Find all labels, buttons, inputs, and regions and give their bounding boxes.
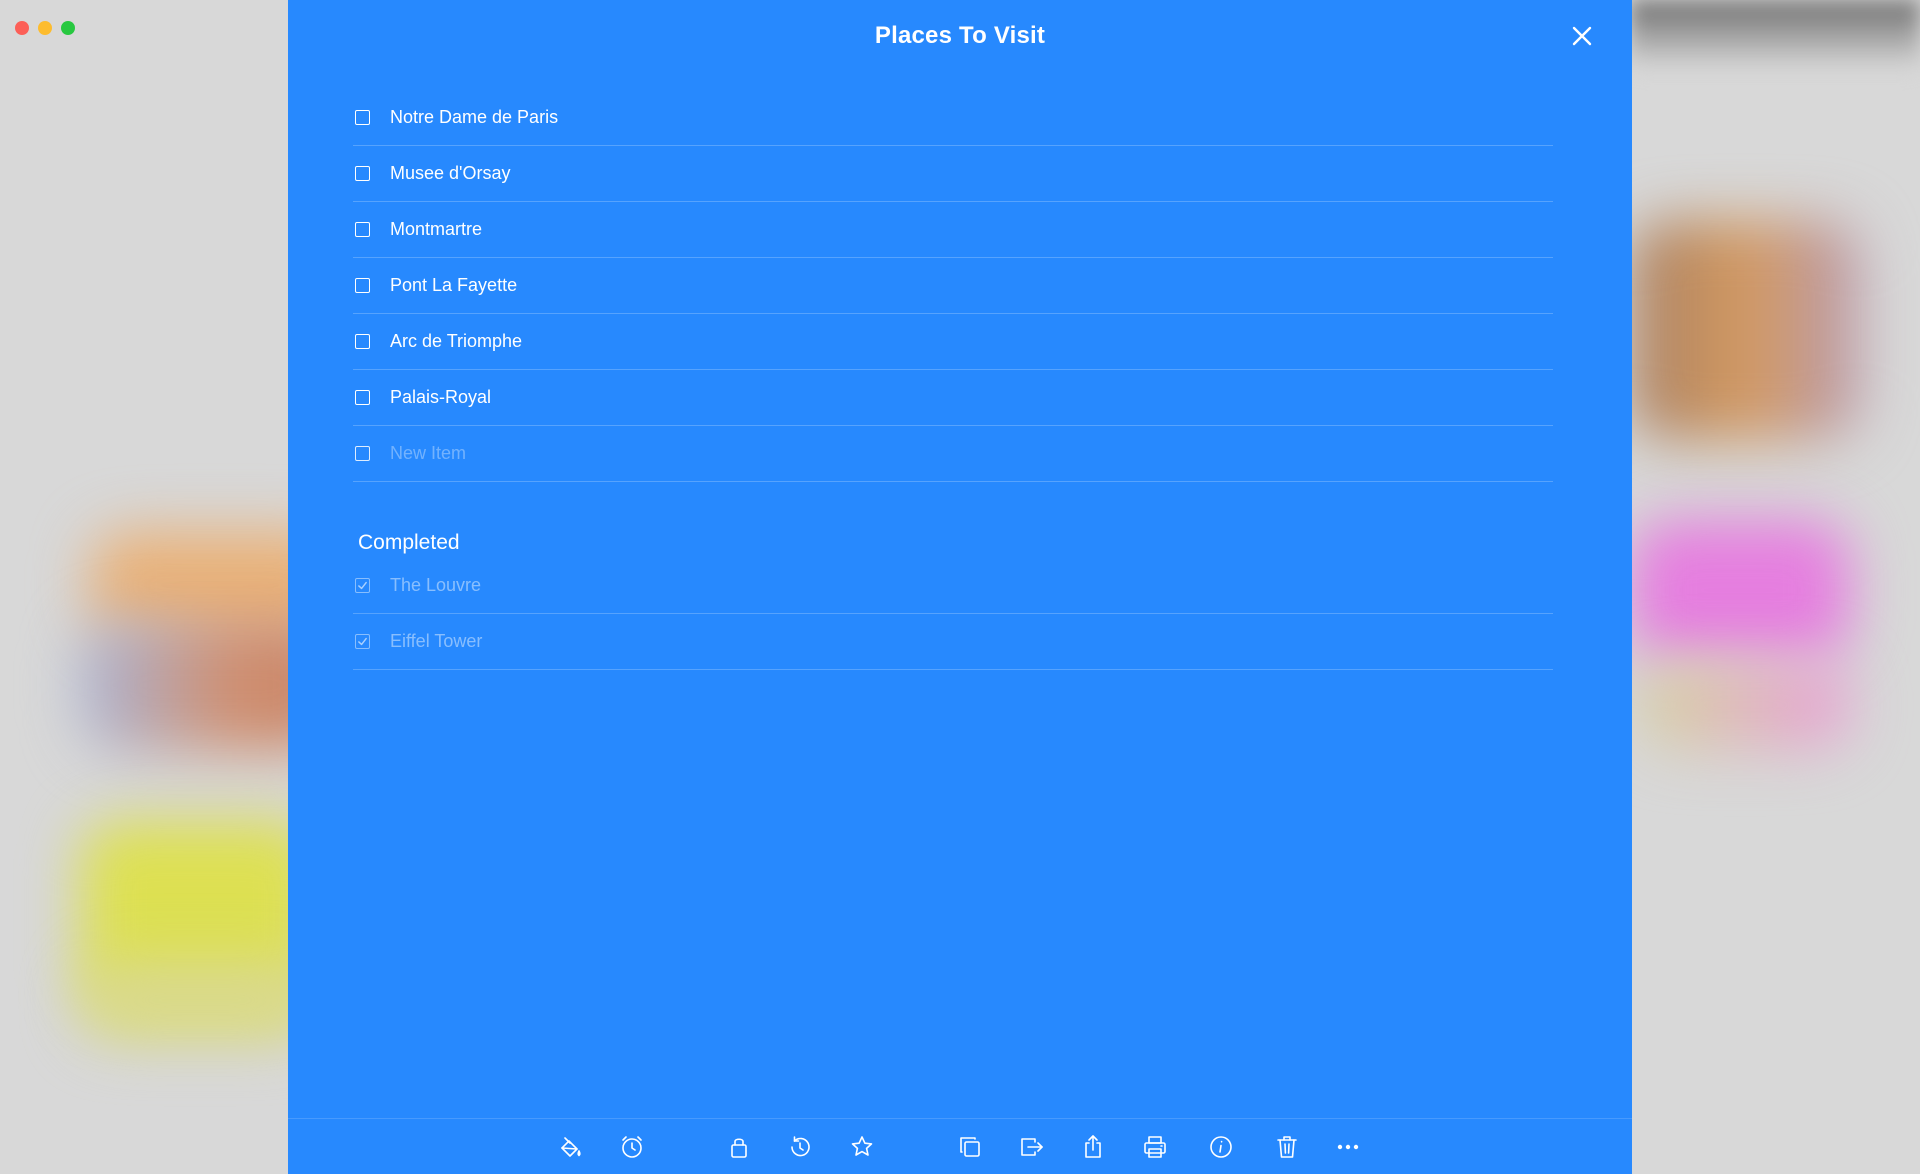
- color-button[interactable]: [556, 1133, 584, 1161]
- window-controls: [15, 21, 75, 35]
- export-icon: [1021, 1138, 1043, 1156]
- history-button[interactable]: [786, 1133, 814, 1161]
- print-button[interactable]: [1141, 1133, 1169, 1161]
- checklist-item[interactable]: Arc de Triomphe: [353, 314, 1553, 370]
- share-button[interactable]: [1079, 1133, 1107, 1161]
- checklist-item-label[interactable]: Montmartre: [390, 219, 482, 240]
- completed-item-label[interactable]: Eiffel Tower: [390, 631, 482, 652]
- checkbox[interactable]: [355, 110, 370, 125]
- new-item-input[interactable]: New Item: [390, 443, 466, 464]
- lock-button[interactable]: [725, 1133, 753, 1161]
- checklist-item-label[interactable]: Notre Dame de Paris: [390, 107, 558, 128]
- background-note-pink: [1630, 520, 1850, 660]
- background-note-right-photo: [1630, 220, 1860, 440]
- checklist-item-label[interactable]: Arc de Triomphe: [390, 331, 522, 352]
- window-close-button[interactable]: [15, 21, 29, 35]
- close-icon: [1572, 26, 1592, 46]
- paint-bucket-icon: [561, 1137, 581, 1157]
- more-icon: [1337, 1144, 1359, 1150]
- checklist-item[interactable]: Montmartre: [353, 202, 1553, 258]
- checkbox[interactable]: [355, 222, 370, 237]
- print-icon: [1144, 1136, 1166, 1158]
- export-button[interactable]: [1017, 1133, 1045, 1161]
- checkbox[interactable]: [355, 278, 370, 293]
- more-button[interactable]: [1334, 1133, 1362, 1161]
- info-button[interactable]: [1207, 1133, 1235, 1161]
- close-note-button[interactable]: [1570, 24, 1594, 48]
- completed-heading: Completed: [358, 531, 460, 554]
- share-icon: [1085, 1135, 1101, 1158]
- background-toolbar: [1630, 0, 1920, 70]
- checkbox[interactable]: [355, 446, 370, 461]
- delete-button[interactable]: [1273, 1133, 1301, 1161]
- checkmark-icon: [358, 637, 367, 646]
- checkbox[interactable]: [355, 390, 370, 405]
- star-icon: [851, 1136, 873, 1156]
- duplicate-icon: [960, 1137, 980, 1157]
- note-title[interactable]: Places To Visit: [288, 22, 1632, 50]
- history-icon: [791, 1136, 810, 1157]
- note-toolbar: [288, 1118, 1632, 1174]
- checklist: Notre Dame de Paris Musee d'Orsay Montma…: [353, 90, 1553, 482]
- note-panel: Places To Visit Notre Dame de Paris Muse…: [288, 0, 1632, 1174]
- checklist-item-label[interactable]: Pont La Fayette: [390, 275, 517, 296]
- completed-item[interactable]: Eiffel Tower: [353, 614, 1553, 670]
- background-note-yellow-lower: [80, 960, 320, 1040]
- checklist-item[interactable]: Pont La Fayette: [353, 258, 1553, 314]
- new-item-row[interactable]: New Item: [353, 426, 1553, 482]
- reminder-button[interactable]: [618, 1133, 646, 1161]
- checkbox-checked[interactable]: [355, 634, 370, 649]
- checklist-item[interactable]: Notre Dame de Paris: [353, 90, 1553, 146]
- checklist-item[interactable]: Palais-Royal: [353, 370, 1553, 426]
- checkbox-checked[interactable]: [355, 578, 370, 593]
- info-icon: [1210, 1136, 1232, 1158]
- checklist-item-label[interactable]: Musee d'Orsay: [390, 163, 510, 184]
- completed-item[interactable]: The Louvre: [353, 558, 1553, 614]
- completed-item-label[interactable]: The Louvre: [390, 575, 481, 596]
- lock-icon: [731, 1138, 747, 1158]
- checkbox[interactable]: [355, 166, 370, 181]
- checkbox[interactable]: [355, 334, 370, 349]
- checklist-item-label[interactable]: Palais-Royal: [390, 387, 491, 408]
- checkmark-icon: [358, 581, 367, 590]
- window-minimize-button[interactable]: [38, 21, 52, 35]
- trash-icon: [1277, 1136, 1297, 1158]
- background-note-pink-lower: [1640, 660, 1850, 750]
- checklist-item[interactable]: Musee d'Orsay: [353, 146, 1553, 202]
- window-maximize-button[interactable]: [61, 21, 75, 35]
- favorite-button[interactable]: [848, 1133, 876, 1161]
- alarm-clock-icon: [622, 1136, 642, 1158]
- duplicate-button[interactable]: [956, 1133, 984, 1161]
- completed-list: The Louvre Eiffel Tower: [353, 558, 1553, 670]
